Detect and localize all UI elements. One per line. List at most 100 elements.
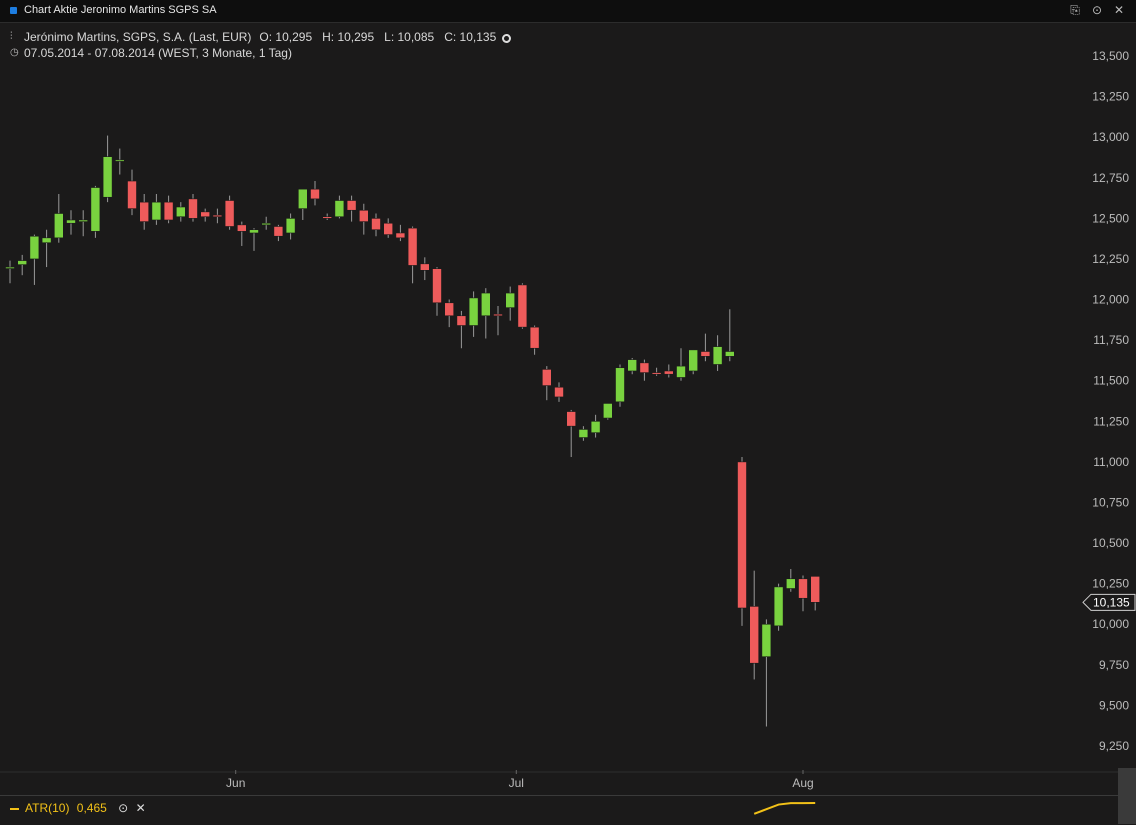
candle-up <box>468 297 479 326</box>
y-tick-label: 12,250 <box>1092 252 1129 266</box>
candle-down <box>383 222 394 235</box>
candle-down <box>273 226 284 237</box>
candle-up <box>41 237 52 244</box>
candle-down <box>798 578 808 599</box>
indicator-settings-icon[interactable]: ⊙ <box>118 801 128 815</box>
indicator-swatch <box>10 807 19 810</box>
candle-down <box>749 606 760 664</box>
y-tick-label: 13,500 <box>1092 49 1129 63</box>
candle-up <box>249 229 259 234</box>
y-tick-label: 10,500 <box>1092 536 1129 550</box>
indicator-remove-icon[interactable]: ✕ <box>136 801 146 815</box>
candle-up <box>285 218 296 234</box>
y-tick-label: 9,750 <box>1099 658 1129 672</box>
y-tick-label: 11,500 <box>1093 374 1129 388</box>
y-tick-label: 12,750 <box>1092 171 1129 185</box>
candle-up <box>334 200 345 218</box>
candle-down <box>493 313 503 317</box>
candle-down <box>651 372 662 375</box>
candle-down <box>554 386 564 398</box>
candle-down <box>371 218 381 231</box>
last-price-tag: 10,135 <box>1082 593 1136 611</box>
candle-up <box>676 365 686 378</box>
y-tick-label: 11,000 <box>1093 455 1129 469</box>
x-tick-label: Jun <box>226 776 245 790</box>
candle-down <box>224 200 235 227</box>
candle-down <box>310 188 320 200</box>
indicator-name: ATR(10) <box>25 801 70 815</box>
y-tick-label: 13,000 <box>1092 130 1129 144</box>
candle-up <box>615 367 625 403</box>
y-tick-label: 12,500 <box>1092 211 1129 225</box>
y-tick-label: 10,250 <box>1092 577 1129 591</box>
candle-up <box>29 235 40 260</box>
candle-down <box>139 201 149 222</box>
y-tick-label: 13,250 <box>1092 90 1129 104</box>
candle-up <box>602 403 613 419</box>
candle-down <box>810 576 821 603</box>
candle-down <box>529 326 540 349</box>
candle-up <box>505 292 516 308</box>
candle-up <box>66 219 76 224</box>
candle-up <box>90 187 101 232</box>
candles <box>5 135 821 727</box>
candle-up <box>590 420 601 433</box>
y-tick-label: 9,250 <box>1099 739 1129 753</box>
y-tick-label: 9,500 <box>1099 698 1129 712</box>
candle-up <box>773 586 784 627</box>
candle-down <box>541 369 552 386</box>
price-tag-text: 10,135 <box>1093 595 1130 609</box>
candle-down <box>188 198 198 219</box>
y-tick-label: 11,750 <box>1093 333 1129 347</box>
indicator-panel: ATR(10) 0,465 ⊙ ✕ <box>0 795 1118 825</box>
candle-down <box>212 214 223 218</box>
y-tick-label: 10,000 <box>1092 617 1129 631</box>
x-axis: Jun Jul Aug <box>226 770 814 790</box>
candle-up <box>688 349 699 372</box>
candle-up <box>78 219 88 222</box>
candle-down <box>432 268 442 304</box>
candle-down <box>700 351 711 357</box>
candle-down <box>200 211 210 218</box>
x-tick-label: Aug <box>792 776 813 790</box>
candle-up <box>578 429 589 438</box>
candle-up <box>17 260 28 265</box>
indicator-label: ATR(10) 0,465 ⊙ ✕ <box>10 801 146 815</box>
candle-up <box>261 222 272 226</box>
candle-up <box>102 156 113 198</box>
scrollbar[interactable] <box>1118 768 1136 824</box>
candle-down <box>163 201 174 221</box>
candle-down <box>322 216 333 219</box>
candle-up <box>724 351 735 357</box>
candle-down <box>419 263 430 271</box>
y-tick-label: 11,250 <box>1093 414 1129 428</box>
candle-up <box>480 292 491 317</box>
candle-up <box>785 578 796 589</box>
candle-down <box>407 227 418 266</box>
candle-down <box>127 180 137 209</box>
candle-up <box>115 159 125 162</box>
y-tick-label: 12,000 <box>1092 293 1129 307</box>
y-axis: 9,250 9,500 9,750 10,000 10,250 10,500 10,750 1… <box>0 49 1129 773</box>
candle-down <box>237 224 247 232</box>
candle-down <box>566 411 577 427</box>
candle-down <box>358 209 369 222</box>
x-tick-label: Jul <box>509 776 524 790</box>
candle-down <box>444 302 455 317</box>
candle-down <box>737 461 747 609</box>
candle-down <box>456 315 467 326</box>
indicator-value: 0,465 <box>76 801 107 815</box>
candle-down <box>517 284 528 328</box>
y-tick-label: 10,750 <box>1092 495 1129 509</box>
candle-up <box>176 206 186 218</box>
candle-down <box>395 232 406 239</box>
candle-up <box>712 346 723 365</box>
candle-up <box>151 201 162 221</box>
candle-down <box>639 362 650 373</box>
candle-down <box>346 200 357 211</box>
candle-up <box>53 213 64 239</box>
candle-down <box>663 370 674 375</box>
candle-up <box>5 266 15 269</box>
price-chart[interactable]: 9,250 9,500 9,750 10,000 10,250 10,500 10,750 1… <box>0 0 1136 824</box>
candle-up <box>297 188 308 209</box>
